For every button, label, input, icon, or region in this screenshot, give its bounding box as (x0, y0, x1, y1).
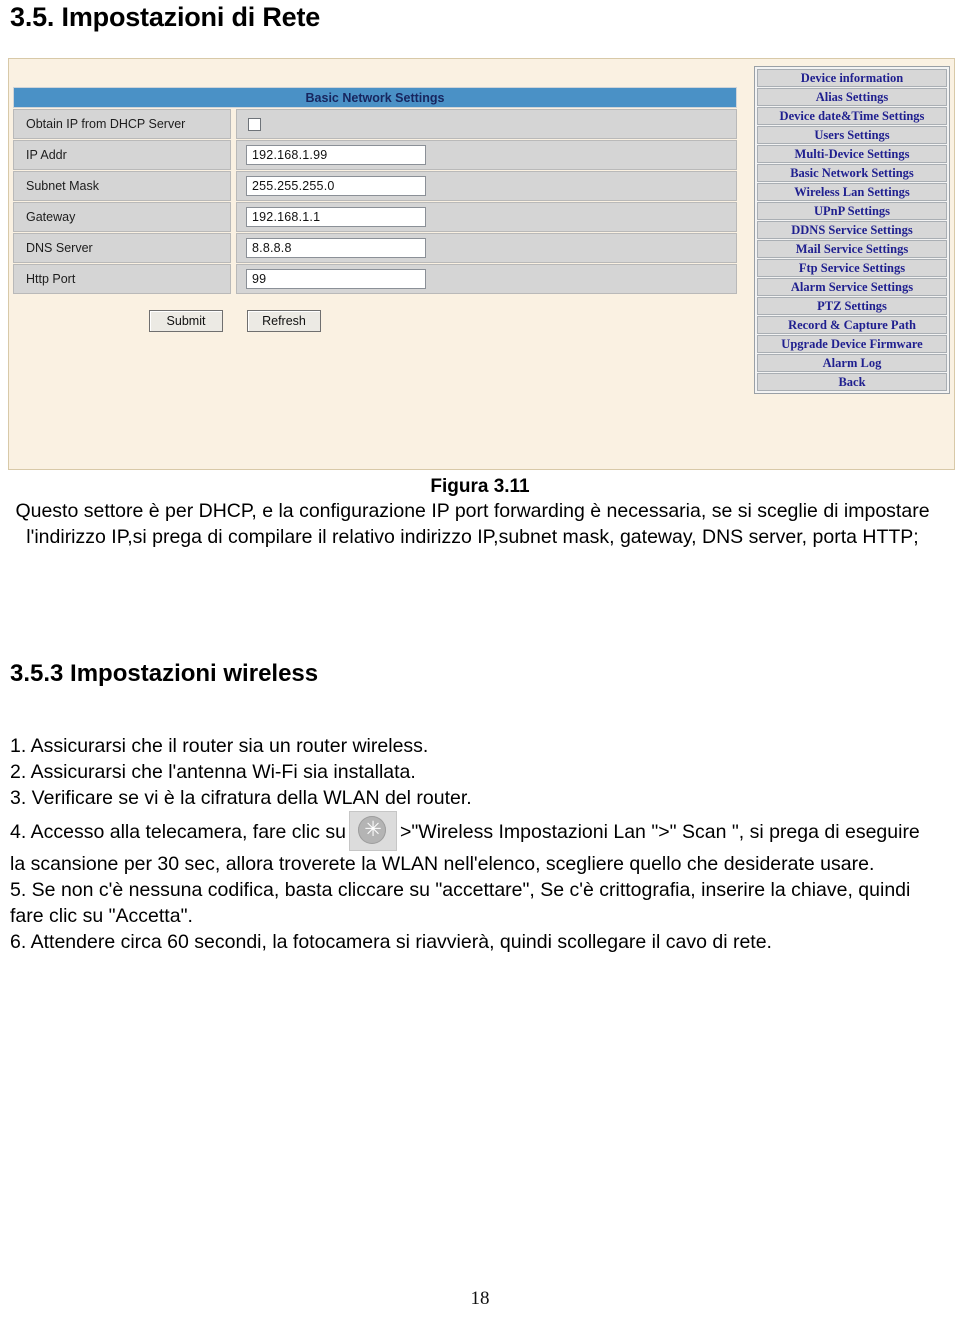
field-value-cell: 192.168.1.1 (236, 202, 737, 232)
form-row: Gateway 192.168.1.1 (13, 202, 737, 232)
page-title: 3.5. Impostazioni di Rete (10, 2, 321, 32)
refresh-button[interactable]: Refresh (247, 310, 321, 332)
form-row: Http Port 99 (13, 264, 737, 294)
field-label-ip-addr: IP Addr (13, 140, 231, 170)
http-port-input[interactable]: 99 (246, 269, 426, 289)
list-item: 2. Assicurarsi che l'antenna Wi-Fi sia i… (10, 761, 416, 783)
step4-text-before: 4. Accesso alla telecamera, fare clic su (10, 821, 346, 843)
figure-caption: Figura 3.11 (430, 476, 530, 497)
menu-item-basic-network-settings[interactable]: Basic Network Settings (757, 164, 947, 182)
menu-item-alias-settings[interactable]: Alias Settings (757, 88, 947, 106)
basic-network-settings-form: Basic Network Settings Obtain IP from DH… (13, 87, 737, 332)
form-row: IP Addr 192.168.1.99 (13, 140, 737, 170)
menu-item-back[interactable]: Back (757, 373, 947, 391)
menu-item-device-date-time-settings[interactable]: Device date&Time Settings (757, 107, 947, 125)
menu-item-upnp-settings[interactable]: UPnP Settings (757, 202, 947, 220)
form-row: Obtain IP from DHCP Server (13, 109, 737, 139)
gateway-input[interactable]: 192.168.1.1 (246, 207, 426, 227)
subsection-title: 3.5.3 Impostazioni wireless (10, 660, 319, 687)
submit-button[interactable]: Submit (149, 310, 223, 332)
page-number: 18 (470, 1288, 490, 1309)
menu-item-alarm-log[interactable]: Alarm Log (757, 354, 947, 372)
field-label-http-port: Http Port (13, 264, 231, 294)
field-label-gateway: Gateway (13, 202, 231, 232)
list-item: 3. Verificare se vi è la cifratura della… (10, 787, 472, 809)
dhcp-checkbox[interactable] (248, 117, 261, 131)
camera-ui-screenshot: Basic Network Settings Obtain IP from DH… (8, 58, 955, 470)
menu-item-upgrade-device-firmware[interactable]: Upgrade Device Firmware (757, 335, 947, 353)
menu-item-ddns-service-settings[interactable]: DDNS Service Settings (757, 221, 947, 239)
list-item: 4. Accesso alla telecamera, fare clic su… (10, 811, 935, 877)
form-row: DNS Server 8.8.8.8 (13, 233, 737, 263)
gear-settings-icon (349, 811, 397, 851)
menu-item-mail-service-settings[interactable]: Mail Service Settings (757, 240, 947, 258)
field-value-cell: 99 (236, 264, 737, 294)
ip-addr-input[interactable]: 192.168.1.99 (246, 145, 426, 165)
menu-item-record-capture-path[interactable]: Record & Capture Path (757, 316, 947, 334)
menu-item-alarm-service-settings[interactable]: Alarm Service Settings (757, 278, 947, 296)
field-label-dhcp: Obtain IP from DHCP Server (13, 109, 231, 139)
menu-item-multi-device-settings[interactable]: Multi-Device Settings (757, 145, 947, 163)
form-header-title: Basic Network Settings (13, 87, 737, 108)
field-label-dns-server: DNS Server (13, 233, 231, 263)
wireless-steps-list: 1. Assicurarsi che il router sia un rout… (10, 733, 935, 955)
menu-item-ptz-settings[interactable]: PTZ Settings (757, 297, 947, 315)
list-item: 5. Se non c'è nessuna codifica, basta cl… (10, 879, 911, 927)
menu-item-wireless-lan-settings[interactable]: Wireless Lan Settings (757, 183, 947, 201)
field-value-cell: 8.8.8.8 (236, 233, 737, 263)
field-value-cell: 192.168.1.99 (236, 140, 737, 170)
field-label-subnet-mask: Subnet Mask (13, 171, 231, 201)
menu-item-ftp-service-settings[interactable]: Ftp Service Settings (757, 259, 947, 277)
menu-item-users-settings[interactable]: Users Settings (757, 126, 947, 144)
subnet-mask-input[interactable]: 255.255.255.0 (246, 176, 426, 196)
list-item: 1. Assicurarsi che il router sia un rout… (10, 735, 429, 757)
intro-paragraph: Questo settore è per DHCP, e la configur… (15, 500, 930, 548)
form-button-row: Submit Refresh (13, 310, 737, 332)
list-item: 6. Attendere circa 60 secondi, la fotoca… (10, 931, 772, 953)
dns-server-input[interactable]: 8.8.8.8 (246, 238, 426, 258)
settings-menu-panel: Device information Alias Settings Device… (754, 66, 950, 394)
form-row: Subnet Mask 255.255.255.0 (13, 171, 737, 201)
field-value-cell: 255.255.255.0 (236, 171, 737, 201)
field-value-cell (236, 109, 737, 139)
menu-item-device-information[interactable]: Device information (757, 69, 947, 87)
